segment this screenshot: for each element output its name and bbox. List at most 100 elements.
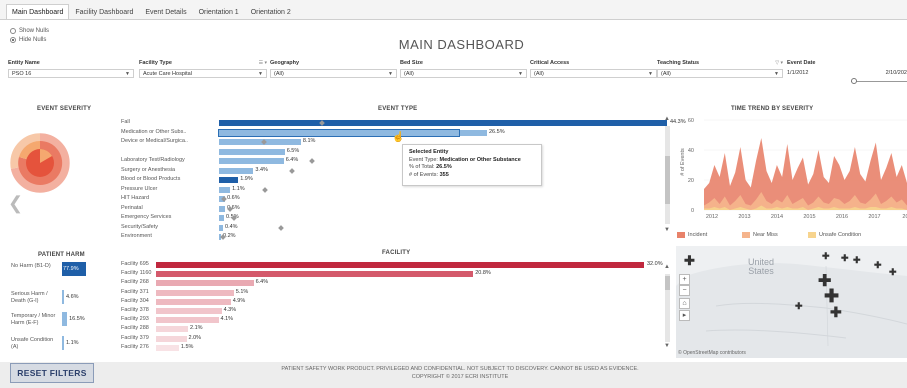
tab-orientation-2[interactable]: Orientation 2 — [245, 4, 297, 19]
facility-type-label: Facility Type — [139, 60, 172, 66]
harm-bar[interactable] — [62, 312, 68, 326]
date-slider-track[interactable] — [851, 81, 907, 82]
scroll-down-icon[interactable]: ▼ — [664, 343, 670, 349]
bed-size-select[interactable]: (All) ▼ — [400, 69, 527, 78]
harm-label: Serious Harm / Death (G-I) — [11, 291, 48, 304]
date-slider-handle[interactable] — [851, 78, 857, 84]
benchmark-marker — [309, 158, 315, 164]
map-country-label: United States — [748, 258, 774, 276]
severity-donut[interactable] — [5, 128, 75, 198]
scrollbar-thumb[interactable] — [665, 156, 670, 204]
facility-bar[interactable] — [156, 317, 219, 324]
facility-label: Facility 695 — [121, 261, 149, 267]
facility-marker[interactable]: ✚ — [795, 300, 803, 312]
filter-controls-icon[interactable]: ☰ ▾ — [259, 60, 267, 68]
reset-filters-button[interactable]: RESET FILTERS — [10, 363, 94, 383]
event-type-bar[interactable] — [219, 148, 285, 155]
facility-marker-cluster[interactable]: ✚ — [830, 305, 842, 319]
harm-label: Unsafe Condition (A) — [11, 337, 54, 350]
facility-type-select[interactable]: Acute Care Hospital ▼ — [139, 69, 267, 78]
tab-facility-dashboard[interactable]: Facility Dashboard — [69, 4, 139, 19]
time-trend-chart[interactable]: 60 40 20 0 # of Events 2012 2013 2014 2015 2016 20… — [676, 112, 907, 230]
facility-title: FACILITY — [382, 250, 411, 256]
event-type-bar[interactable] — [219, 205, 226, 212]
facility-marker[interactable]: ✚ — [889, 266, 897, 278]
event-type-value: 0.6% — [227, 195, 240, 201]
event-date-end: 2/10/202 — [885, 70, 907, 76]
event-type-bar[interactable] — [219, 167, 254, 174]
scroll-down-icon[interactable]: ▼ — [664, 227, 670, 233]
critical-access-select[interactable]: (All) ▼ — [530, 69, 657, 78]
map-select-icon[interactable]: ▸ — [679, 310, 690, 321]
x-tick-label: 2015 — [803, 214, 815, 220]
teaching-status-select[interactable]: (All) ▼ — [657, 69, 783, 78]
event-type-scrollbar[interactable] — [665, 126, 670, 224]
facility-bar[interactable] — [156, 326, 189, 333]
legend-swatch — [808, 232, 816, 238]
facility-marker-cluster[interactable]: ✚ — [824, 287, 839, 305]
event-type-label: Security/Safety — [121, 223, 158, 230]
event-type-value: 0.4% — [225, 223, 238, 230]
harm-bar[interactable] — [62, 336, 64, 350]
legend-unsafe-condition[interactable]: Unsafe Condition — [808, 232, 861, 238]
event-type-bar[interactable] — [219, 177, 239, 183]
facility-marker[interactable]: ✚ — [853, 254, 861, 266]
facility-bar[interactable] — [156, 280, 254, 287]
facility-bar[interactable] — [156, 289, 234, 296]
event-type-bar[interactable] — [219, 139, 301, 145]
show-nulls-option[interactable]: Show Nulls — [10, 26, 49, 35]
facility-value: 5.1% — [235, 288, 249, 295]
facility-marker[interactable]: ✚ — [874, 259, 882, 271]
event-type-bar[interactable] — [219, 120, 667, 126]
map-attribution[interactable]: © OpenStreetMap contributors — [678, 350, 746, 356]
critical-access-value: (All) — [534, 71, 544, 77]
facility-bar[interactable] — [156, 271, 474, 278]
facility-marker[interactable]: ✚ — [841, 252, 849, 264]
y-axis-label: # of Events — [680, 148, 686, 176]
geography-select[interactable]: (All) ▼ — [270, 69, 397, 78]
scroll-up-icon[interactable]: ▲ — [664, 264, 670, 270]
event-type-bar[interactable] — [219, 224, 224, 231]
x-tick-label: 2016 — [836, 214, 848, 220]
filter-controls-icon[interactable]: ▽ ▾ — [775, 60, 783, 68]
legend-incident[interactable]: Incident — [677, 232, 707, 238]
footer-disclaimer: PATIENT SAFETY WORK PRODUCT. PRIVILEGED … — [230, 365, 690, 381]
facility-bar[interactable] — [156, 344, 179, 351]
harm-bar[interactable] — [62, 290, 64, 304]
tab-main-dashboard[interactable]: Main Dashboard — [6, 4, 70, 19]
event-type-bar[interactable] — [219, 186, 231, 193]
facility-marker[interactable]: ✚ — [684, 254, 695, 267]
scroll-up-icon[interactable]: ▲ — [664, 116, 670, 122]
event-type-bar[interactable] — [219, 158, 284, 164]
entity-name-select[interactable]: PSO 16 ▼ — [8, 69, 134, 78]
map-background — [676, 263, 907, 358]
harm-label: No Harm (B1-D) — [11, 263, 51, 269]
scrollbar-thumb[interactable] — [665, 276, 670, 290]
facility-label: Facility 378 — [121, 307, 149, 313]
tab-orientation-1[interactable]: Orientation 1 — [193, 4, 245, 19]
event-type-label: Medication or Other Subs.. — [121, 128, 187, 135]
tab-event-details[interactable]: Event Details — [139, 4, 192, 19]
tooltip-events-label: # of Events: — [409, 171, 439, 178]
event-type-value: 6.4% — [285, 157, 299, 163]
facility-bar[interactable] — [156, 298, 231, 305]
event-type-value: 3.4% — [255, 166, 268, 173]
facility-bar[interactable] — [156, 335, 187, 342]
x-tick-label: 2014 — [771, 214, 783, 220]
facility-bar[interactable] — [156, 308, 222, 314]
event-type-bar[interactable] — [219, 129, 487, 136]
map-zoom-in-button[interactable]: + — [679, 274, 690, 285]
map-zoom-out-button[interactable]: − — [679, 285, 690, 296]
facility-bar[interactable] — [156, 262, 644, 268]
event-type-bar[interactable] — [219, 215, 225, 221]
tab-bar: Main Dashboard Facility Dashboard Event … — [0, 0, 907, 20]
facility-scrollbar[interactable] — [665, 274, 670, 342]
legend-near-miss[interactable]: Near Miss — [742, 232, 778, 238]
facility-value: 32.0% — [647, 261, 663, 267]
home-icon[interactable]: ⌂ — [679, 298, 690, 309]
facility-marker[interactable]: ✚ — [822, 250, 830, 262]
tooltip-event-type-value: Medication or Other Substance — [439, 156, 521, 163]
critical-access-label: Critical Access — [530, 60, 570, 66]
facility-map[interactable] — [676, 246, 907, 358]
radio-icon[interactable] — [10, 27, 16, 34]
